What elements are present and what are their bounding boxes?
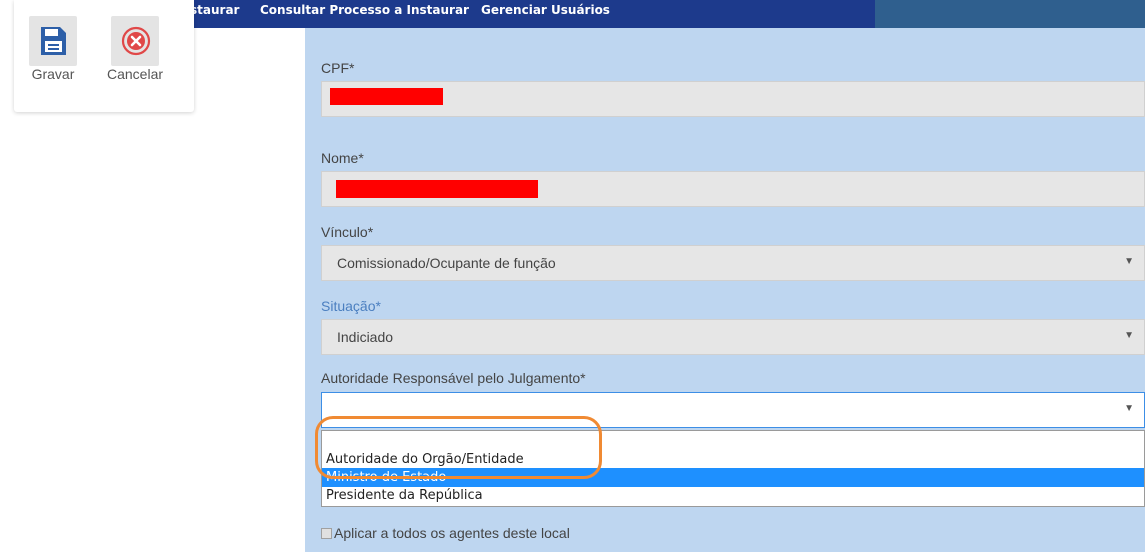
triangle-down-icon: ▼	[1124, 403, 1134, 414]
situacao-selected-value: Indiciado	[337, 329, 394, 345]
vinculo-selected-value: Comissionado/Ocupante de função	[337, 255, 556, 271]
cancel-icon-box[interactable]	[111, 16, 159, 66]
situacao-select[interactable]: Indiciado ▼	[321, 319, 1145, 355]
autoridade-options-list: Autoridade do Orgão/Entidade Ministro de…	[321, 430, 1145, 507]
save-icon-box[interactable]	[29, 16, 77, 66]
cancel-button[interactable]: Cancelar	[107, 0, 164, 100]
close-circle-icon	[121, 26, 151, 56]
situacao-label: Situação*	[321, 298, 381, 314]
vinculo-label: Vínculo*	[321, 224, 374, 240]
apply-all-checkbox[interactable]	[321, 527, 332, 539]
nome-field[interactable]	[321, 171, 1145, 207]
nav-link-consultar-processo[interactable]: Consultar Processo a Instaurar	[260, 0, 469, 20]
nav-right-fill	[875, 0, 1145, 28]
action-toolbar: Gravar Cancelar	[14, 0, 194, 112]
nome-label: Nome*	[321, 150, 364, 166]
option-presidente-republica[interactable]: Presidente da República	[322, 486, 1144, 505]
top-navigation-bar: staurar Consultar Processo a Instaurar G…	[160, 0, 1145, 28]
nome-redaction	[336, 180, 538, 198]
save-button[interactable]: Gravar	[26, 0, 82, 100]
agent-form-panel: CPF* Nome* Vínculo* Comissionado/Ocupant…	[305, 28, 1145, 552]
apply-all-checkbox-row[interactable]: Aplicar a todos os agentes deste local	[321, 525, 570, 541]
option-ministro-estado[interactable]: Ministro de Estado	[322, 468, 1144, 487]
apply-all-label: Aplicar a todos os agentes deste local	[334, 525, 570, 541]
autoridade-select[interactable]: ▼	[321, 392, 1145, 428]
autoridade-label: Autoridade Responsável pelo Julgamento*	[321, 370, 586, 386]
cpf-field[interactable]	[321, 81, 1145, 117]
vinculo-select[interactable]: Comissionado/Ocupante de função ▼	[321, 245, 1145, 281]
triangle-down-icon: ▼	[1124, 330, 1134, 341]
cpf-redaction	[330, 88, 443, 105]
cancel-button-label: Cancelar	[106, 66, 164, 82]
nav-link-gerenciar-usuarios[interactable]: Gerenciar Usuários	[481, 0, 610, 20]
cpf-label: CPF*	[321, 60, 355, 76]
save-button-label: Gravar	[31, 66, 75, 82]
triangle-down-icon: ▼	[1124, 256, 1134, 267]
nav-link-instaurar[interactable]: staurar	[190, 0, 239, 20]
floppy-disk-icon	[41, 27, 66, 55]
option-autoridade-orgao[interactable]: Autoridade do Orgão/Entidade	[322, 450, 1144, 469]
